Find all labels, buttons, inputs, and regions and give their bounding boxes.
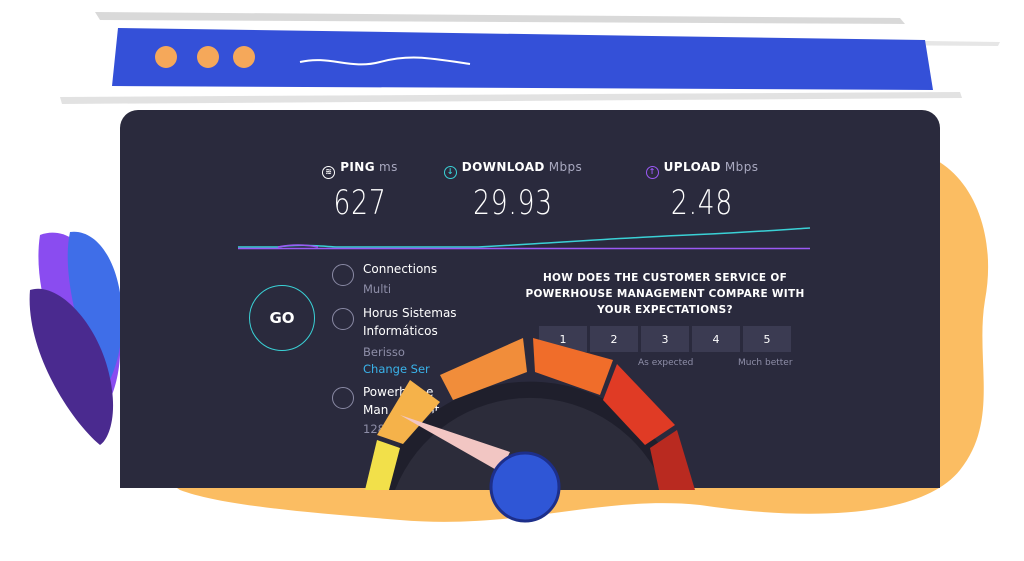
- connections-value: Multi: [363, 282, 392, 296]
- rating-option-5[interactable]: 5: [743, 326, 791, 352]
- user-icon: [332, 387, 354, 409]
- download-metric: ↓ DOWNLOAD Mbps 29.93: [438, 160, 588, 223]
- window-dot-2: [197, 46, 219, 68]
- window-dot-3: [233, 46, 255, 68]
- upload-unit: Mbps: [724, 160, 759, 174]
- speedometer-icon: [365, 338, 695, 523]
- globe-icon: [332, 308, 354, 330]
- window-dot-1: [155, 46, 177, 68]
- upload-icon: ↑: [645, 166, 659, 179]
- go-button[interactable]: GO: [249, 285, 315, 351]
- ping-unit: ms: [379, 160, 398, 174]
- scale-label-right: Much better: [738, 358, 793, 368]
- browser-title-bar: [115, 25, 930, 89]
- ping-label: PING: [340, 160, 375, 174]
- download-unit: Mbps: [548, 160, 583, 174]
- upload-metric: ↑ UPLOAD Mbps 2.48: [632, 160, 772, 223]
- upload-value: 2.48: [670, 183, 734, 223]
- ping-value: 627: [333, 183, 387, 223]
- download-icon: ↓: [443, 166, 457, 179]
- connections-icon: [332, 264, 354, 286]
- survey-question: HOW DOES THE CUSTOMER SERVICE OF POWERHO…: [525, 272, 805, 316]
- ping-metric: ≋ PING ms 627: [300, 160, 420, 223]
- go-label: GO: [269, 309, 295, 327]
- rating-option-4-label: 4: [712, 332, 720, 346]
- download-label: DOWNLOAD: [461, 160, 545, 174]
- rating-option-5-label: 5: [763, 332, 771, 346]
- download-value: 29.93: [473, 183, 553, 223]
- connections-title: Connections: [363, 262, 438, 276]
- speed-graph: [238, 227, 811, 250]
- ping-icon: ≋: [322, 166, 336, 179]
- upload-label: UPLOAD: [663, 160, 721, 174]
- server-name-line1: Horus Sistemas: [363, 306, 457, 320]
